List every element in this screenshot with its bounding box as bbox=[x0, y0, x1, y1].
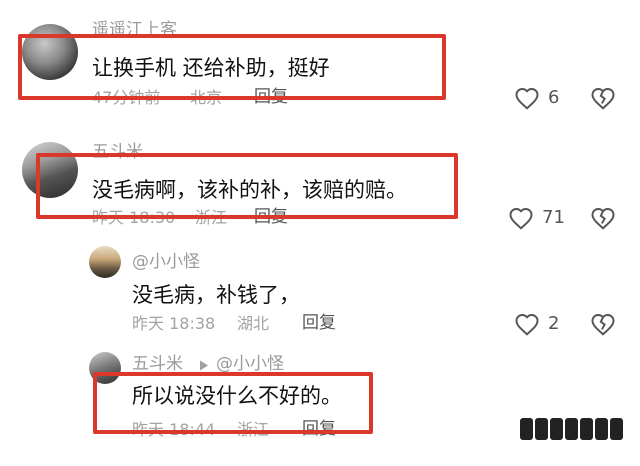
play-arrow-icon bbox=[200, 360, 208, 371]
reply-time: 昨天 18:38 bbox=[132, 314, 216, 333]
redacted-icons bbox=[520, 418, 632, 444]
reply-location: 浙江 bbox=[237, 420, 270, 439]
reply-button[interactable]: 回复 bbox=[254, 89, 288, 106]
comment-text: 让换手机 还给补助，挺好 bbox=[92, 56, 330, 80]
like-count: 6 bbox=[548, 87, 560, 108]
avatar[interactable] bbox=[89, 352, 121, 384]
broken-heart-icon[interactable] bbox=[590, 312, 616, 336]
heart-icon bbox=[509, 208, 533, 230]
reply-button[interactable]: 回复 bbox=[254, 209, 288, 226]
like-count: 71 bbox=[542, 207, 565, 228]
broken-heart-icon[interactable] bbox=[590, 206, 616, 230]
comment-location: 浙江 bbox=[195, 208, 228, 227]
like-button[interactable]: 6 bbox=[514, 86, 559, 110]
like-button[interactable]: 2 bbox=[514, 312, 559, 336]
like-button[interactable]: 71 bbox=[508, 206, 565, 230]
reply-button[interactable]: 回复 bbox=[302, 315, 336, 332]
reply-time: 昨天 18:44 bbox=[132, 420, 216, 439]
reply-username[interactable]: 五斗米 bbox=[132, 356, 183, 373]
avatar[interactable] bbox=[89, 246, 121, 278]
reply-button[interactable]: 回复 bbox=[302, 421, 336, 438]
comment-username[interactable]: 五斗米 bbox=[92, 144, 143, 161]
reply-text: 没毛病，补钱了， bbox=[132, 283, 300, 307]
comment-time: 47分钟前 bbox=[92, 88, 161, 107]
avatar[interactable] bbox=[22, 142, 78, 198]
avatar[interactable] bbox=[22, 24, 78, 80]
comment-text: 没毛病啊，该补的补，该赔的赔。 bbox=[92, 178, 407, 202]
reply-location: 湖北 bbox=[237, 314, 270, 333]
like-count: 2 bbox=[548, 313, 560, 334]
heart-icon bbox=[515, 314, 539, 336]
reply-text: 所以说没什么不好的。 bbox=[132, 384, 342, 408]
comment-time: 昨天 18:30 bbox=[92, 208, 176, 227]
reply-to-username[interactable]: @小小怪 bbox=[216, 356, 284, 373]
heart-icon bbox=[515, 88, 539, 110]
reply-username[interactable]: @小小怪 bbox=[132, 254, 200, 271]
comment-username[interactable]: 遥遥江上客 bbox=[92, 22, 177, 39]
broken-heart-icon[interactable] bbox=[590, 86, 616, 110]
comment-location: 北京 bbox=[190, 88, 223, 107]
